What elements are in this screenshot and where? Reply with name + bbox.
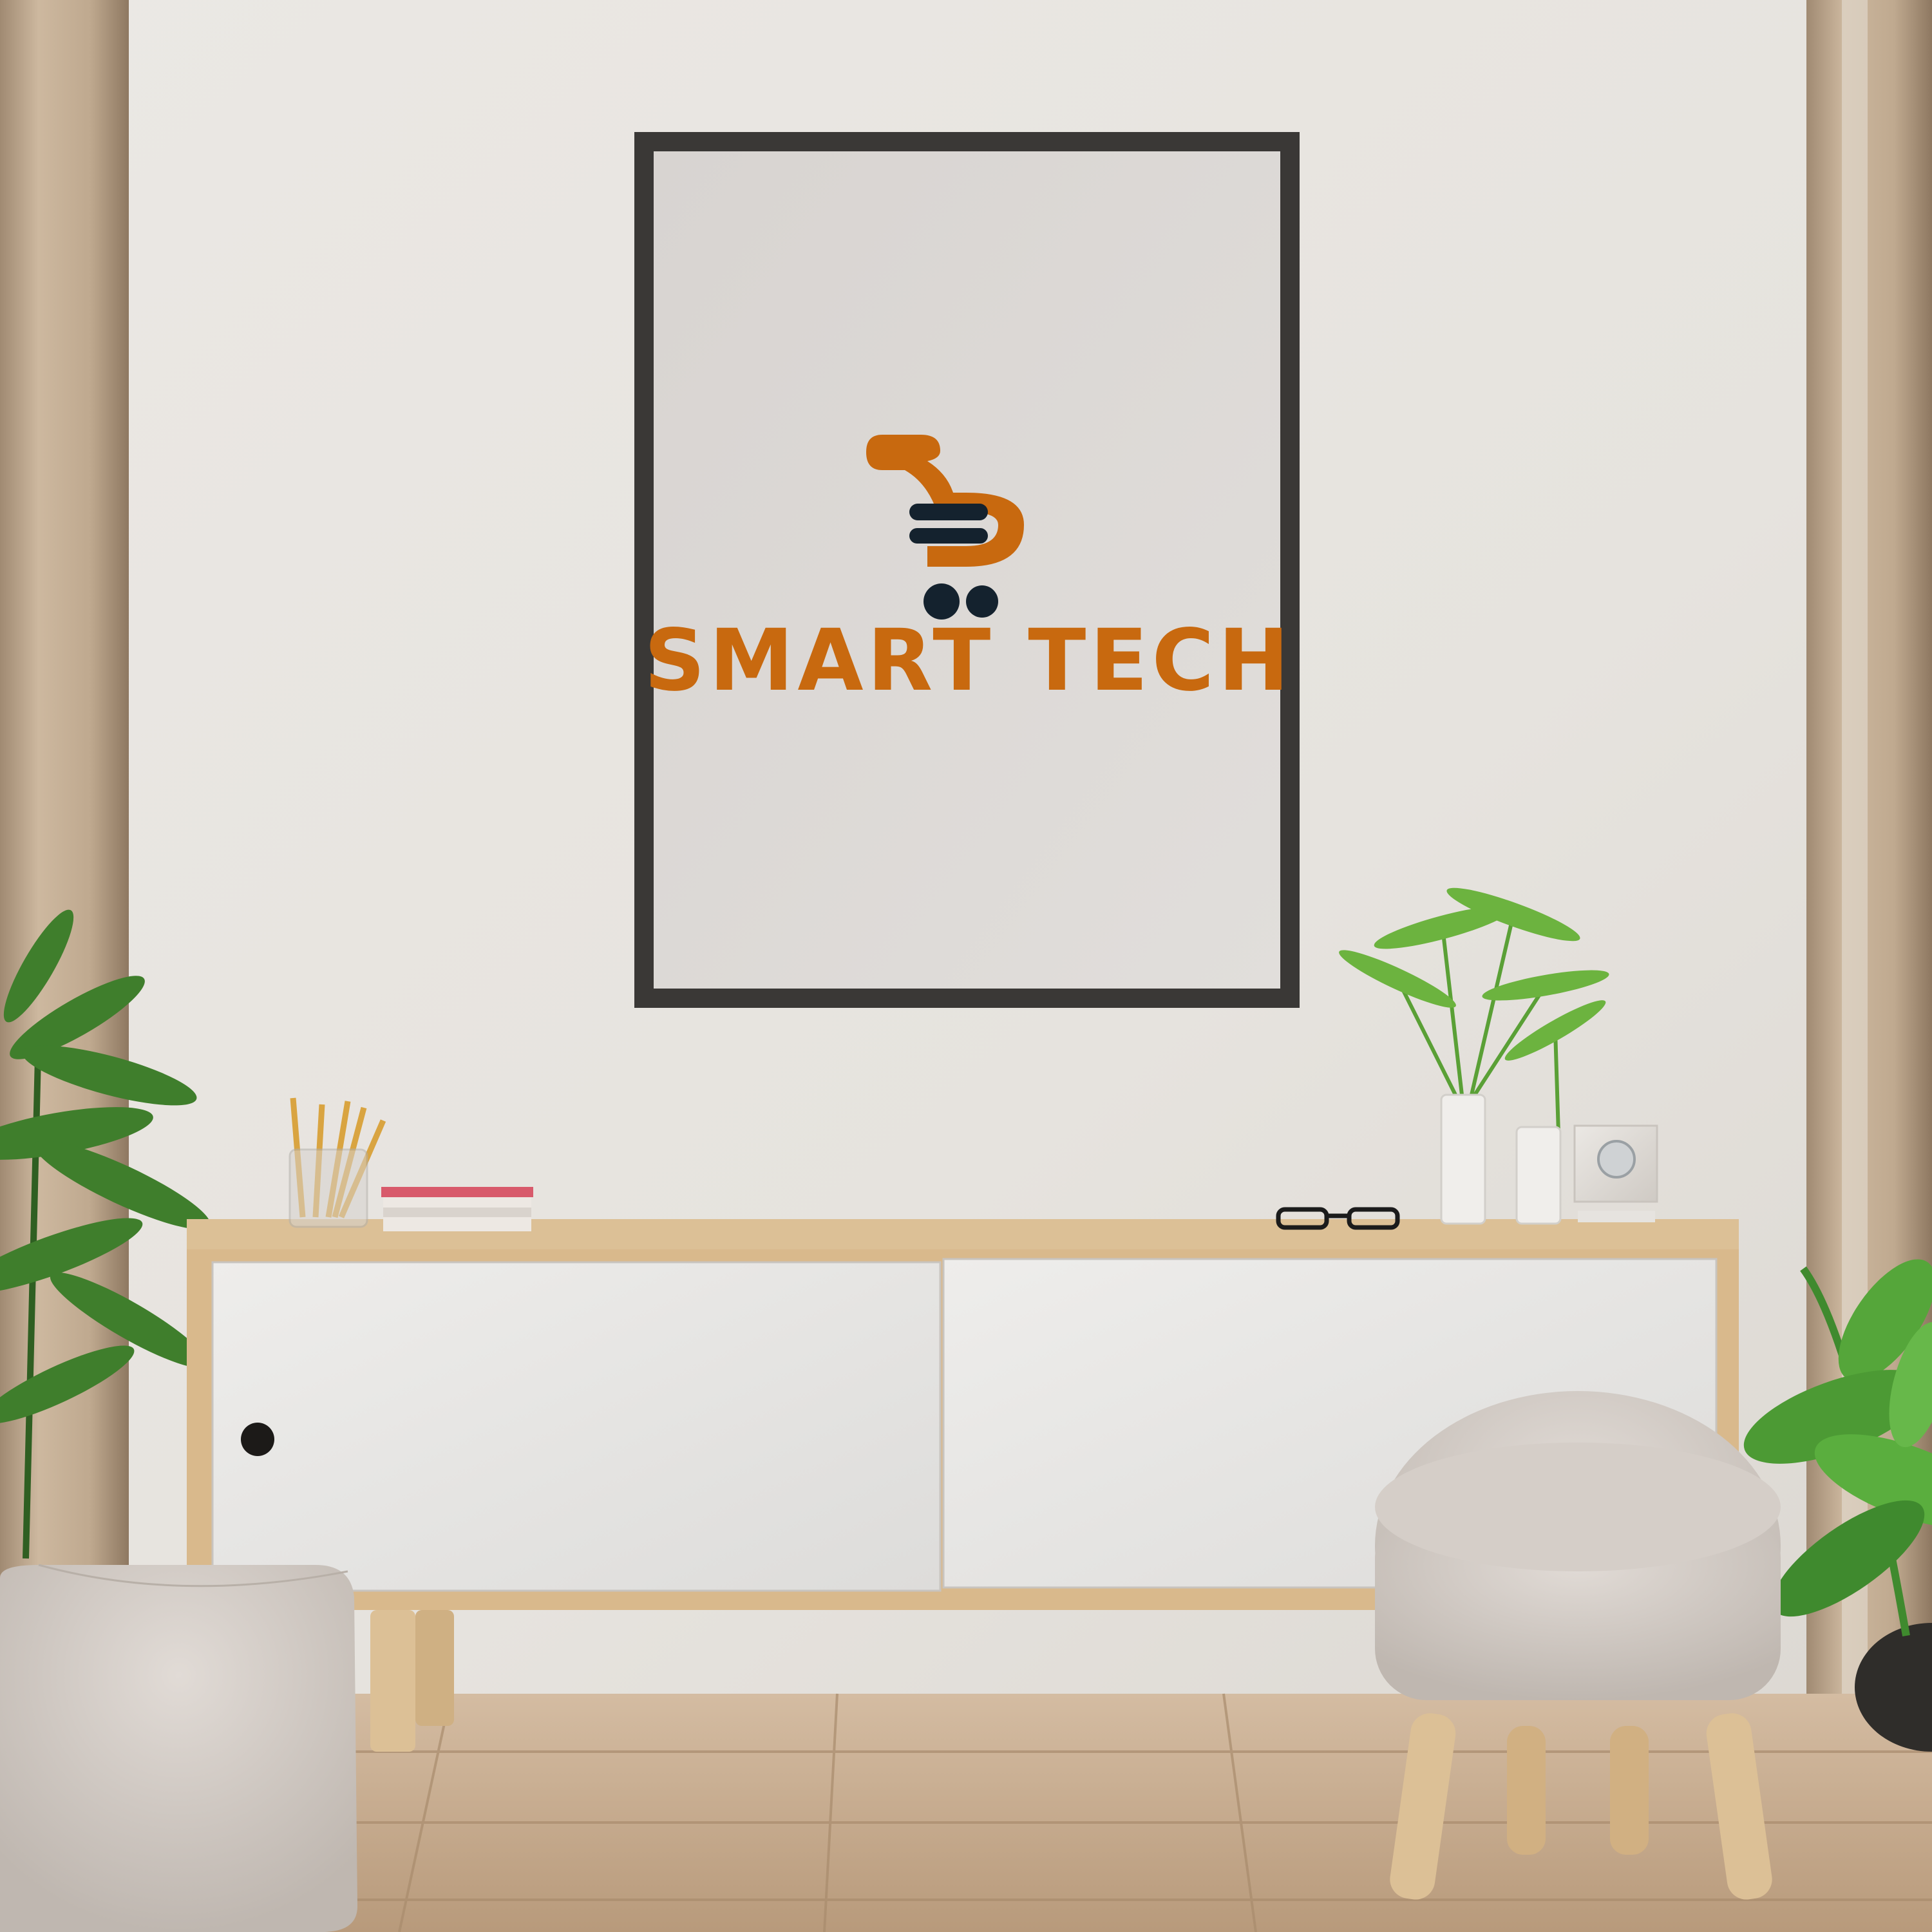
left-wood-panel	[0, 0, 129, 1700]
square-pouf	[0, 1564, 357, 1932]
left-door-handle-hole	[241, 1423, 274, 1456]
poster-brand-name: SMART TECH	[644, 611, 1293, 710]
interior-illustration	[0, 0, 1932, 1932]
room-scene: SMART TECH	[0, 0, 1932, 1932]
cabinet-left-door	[211, 1261, 942, 1592]
stacked-books	[381, 1187, 533, 1231]
framed-poster	[634, 132, 1300, 1008]
poster-paper	[654, 151, 1280, 989]
